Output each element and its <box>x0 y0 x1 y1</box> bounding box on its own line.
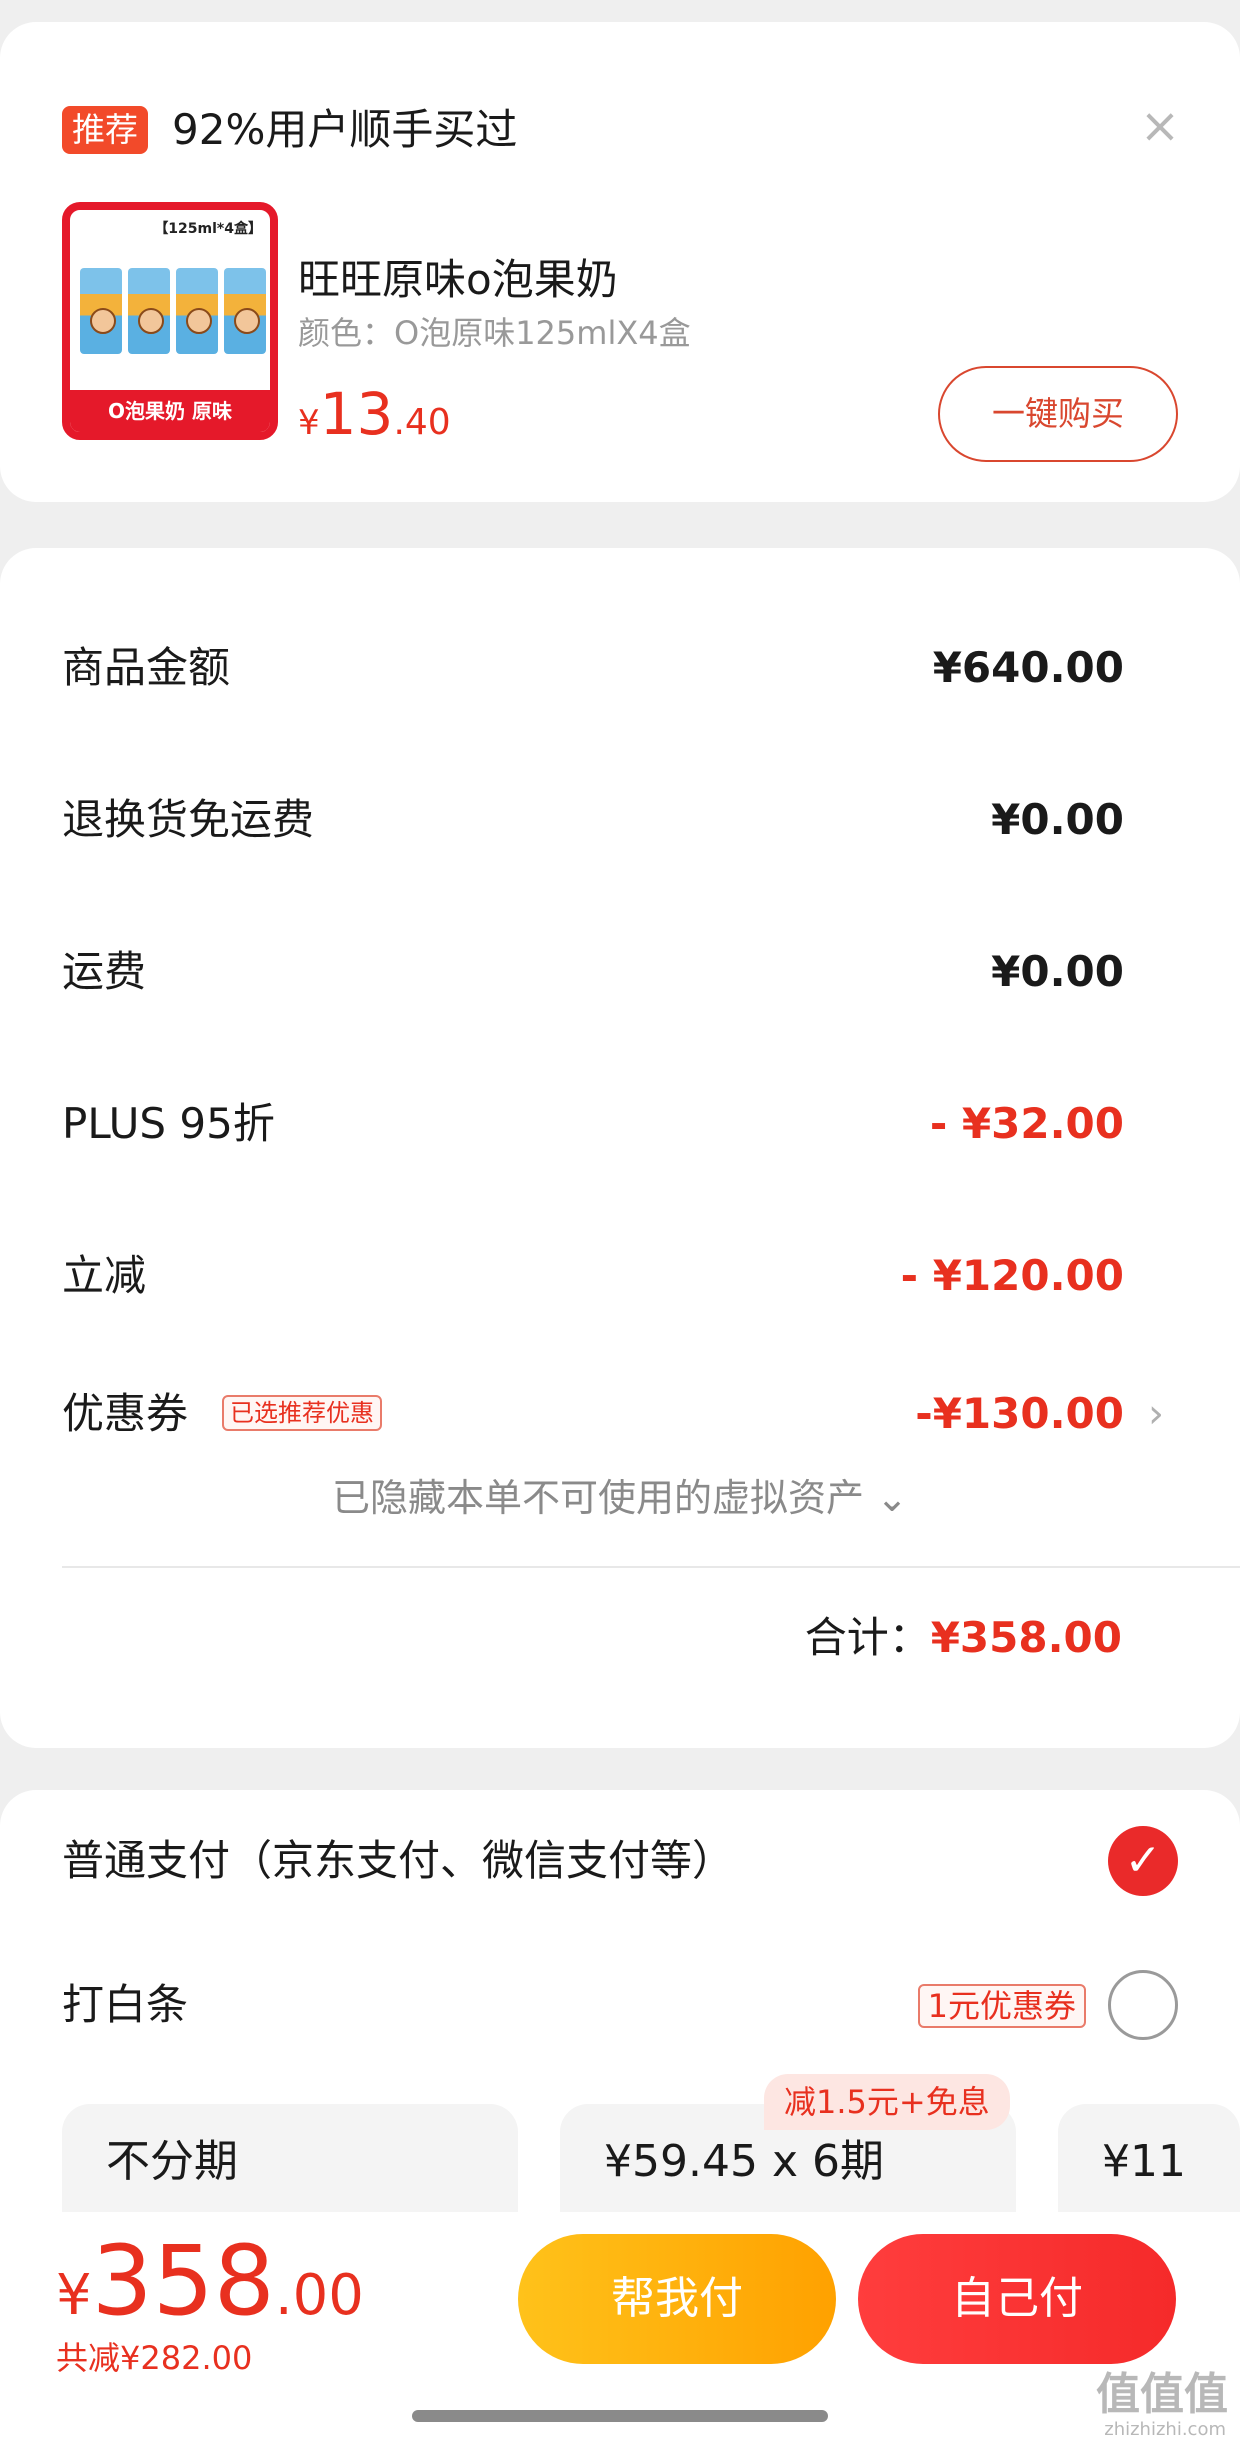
thumbnail-product-label: O泡果奶 原味 <box>70 390 270 432</box>
milk-box-image <box>176 268 218 354</box>
product-spec: 颜色：O泡原味125mlX4盒 <box>298 314 691 352</box>
coupon-selected-tag: 已选推荐优惠 <box>222 1395 382 1431</box>
thumbnail-boxes <box>80 268 266 354</box>
summary-value: ¥0.00 <box>991 795 1124 844</box>
summary-label: PLUS 95折 <box>62 1099 275 1148</box>
total-saved: 共减¥282.00 <box>56 2339 253 2377</box>
close-icon[interactable]: × <box>1130 96 1190 156</box>
total-value: ¥358.00 <box>930 1613 1122 1662</box>
summary-label: 运费 <box>62 947 147 996</box>
watermark-logo: 值值值 <box>1096 2369 1228 2420</box>
installment-promo-tag: 减1.5元+免息 <box>764 2074 1010 2130</box>
installment-text: 不分期 <box>106 2136 238 2187</box>
help-me-pay-button[interactable]: 帮我付 <box>518 2234 836 2364</box>
radio-button[interactable] <box>1108 1970 1178 2040</box>
baitiao-coupon-tag: 1元优惠券 <box>917 1984 1086 2028</box>
chevron-right-icon: › <box>1148 1391 1164 1437</box>
order-total: 合计：¥358.00 <box>805 1598 1122 1687</box>
product-name[interactable]: 旺旺原味o泡果奶 <box>298 252 618 308</box>
price-integer: 13 <box>319 380 394 448</box>
summary-row-instant-discount: 立减 - ¥120.00 <box>62 1236 1124 1316</box>
recommend-title: 92%用户顺手买过 <box>172 105 518 154</box>
summary-label: 优惠券 <box>62 1389 189 1438</box>
summary-row-return-shipping: 退换货免运费 ¥0.00 <box>62 780 1124 860</box>
total-label: 合计： <box>804 1613 931 1662</box>
recommend-card: 推荐 92%用户顺手买过 × 【125ml*4盒】 O泡果奶 原味 旺旺原味o泡… <box>0 22 1240 502</box>
recommend-badge: 推荐 <box>62 106 148 154</box>
summary-label: 立减 <box>62 1251 147 1300</box>
milk-box-image <box>80 268 122 354</box>
product-thumbnail[interactable]: 【125ml*4盒】 O泡果奶 原味 <box>62 202 278 440</box>
pay-myself-button[interactable]: 自己付 <box>858 2234 1176 2364</box>
milk-box-image <box>128 268 170 354</box>
product-price: ¥13.40 <box>298 382 451 461</box>
hidden-assets-toggle[interactable]: 已隐藏本单不可使用的虚拟资产 ⌄ <box>0 1468 1240 1528</box>
price-integer: 358 <box>91 2225 275 2337</box>
price-decimal: .00 <box>274 2263 364 2328</box>
watermark-url: zhizhizhi.com <box>1104 2419 1226 2440</box>
summary-row-plus-discount: PLUS 95折 - ¥32.00 <box>62 1084 1124 1164</box>
divider <box>62 1566 1240 1568</box>
summary-value: ¥640.00 <box>932 643 1124 692</box>
summary-label: 退换货免运费 <box>62 795 315 844</box>
payment-option-normal[interactable]: 普通支付（京东支付、微信支付等） ✓ <box>62 1816 1178 1906</box>
summary-label: 商品金额 <box>62 643 231 692</box>
price-symbol: ¥ <box>56 2263 92 2328</box>
summary-value: - ¥120.00 <box>900 1251 1124 1300</box>
price-symbol: ¥ <box>298 403 320 443</box>
installment-text: ¥11 <box>1102 2136 1186 2187</box>
payment-option-baitiao[interactable]: 打白条 1元优惠券 <box>62 1960 1178 2050</box>
home-indicator[interactable] <box>412 2410 828 2422</box>
checkmark-icon[interactable]: ✓ <box>1108 1826 1178 1896</box>
thumbnail-pack-label: 【125ml*4盒】 <box>154 221 262 237</box>
summary-row-coupon[interactable]: 优惠券 已选推荐优惠 -¥130.00 › <box>62 1374 1164 1454</box>
summary-value: ¥0.00 <box>991 947 1124 996</box>
summary-row-shipping: 运费 ¥0.00 <box>62 932 1124 1012</box>
milk-box-image <box>224 268 266 354</box>
payment-label: 打白条 <box>62 1980 189 2029</box>
payment-label: 普通支付（京东支付、微信支付等） <box>62 1836 735 1885</box>
price-decimal: .40 <box>393 402 451 443</box>
summary-value: - ¥32.00 <box>929 1099 1124 1148</box>
one-click-buy-button[interactable]: 一键购买 <box>938 366 1178 462</box>
installment-text: ¥59.45 x 6期 <box>604 2136 884 2187</box>
summary-value: -¥130.00 <box>915 1389 1124 1438</box>
summary-row-goods-amount: 商品金额 ¥640.00 <box>62 628 1124 708</box>
